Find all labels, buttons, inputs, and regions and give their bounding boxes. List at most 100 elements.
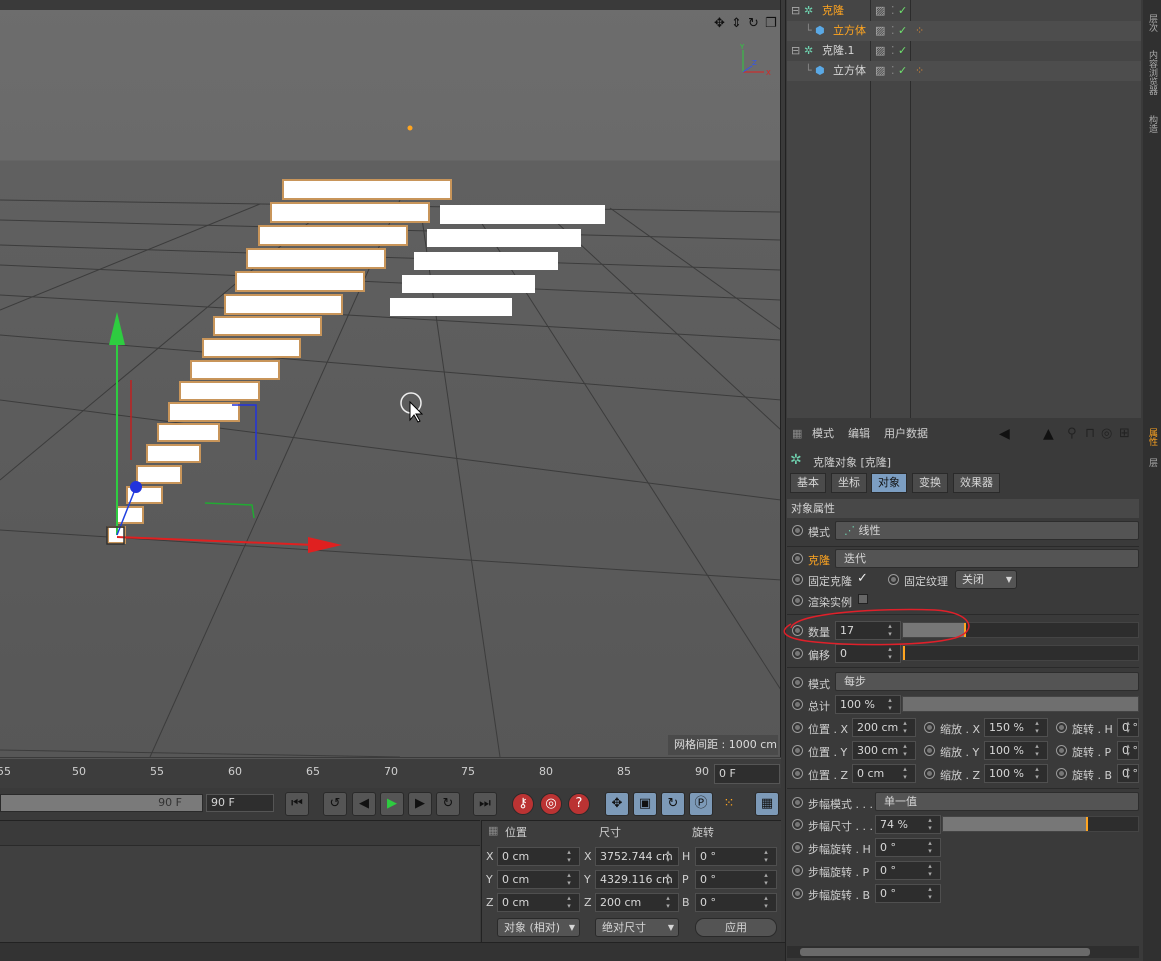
animate-radio[interactable] — [792, 677, 803, 688]
position-z-input[interactable]: 0 cm — [852, 764, 916, 783]
rotation-p-input[interactable]: 0 ° — [1117, 741, 1139, 760]
next-frame-button[interactable]: ▶ — [408, 792, 432, 816]
object-row[interactable]: └ ⬢ 立方体 ▨ ⁚ ✓ ⁘ — [787, 61, 1141, 81]
tag-icon[interactable]: ⁘ — [915, 21, 924, 41]
rotate-view-icon[interactable]: ↻ — [748, 16, 759, 31]
animate-radio[interactable] — [924, 768, 935, 779]
up-arrow-icon[interactable]: ▲ — [1043, 424, 1054, 444]
menu-user-data[interactable]: 用户数据 — [884, 424, 928, 444]
help-key-icon[interactable]: ? — [568, 793, 590, 815]
target-icon[interactable]: ◎ — [1101, 424, 1112, 444]
mode-dropdown[interactable]: ⋰ 线性 — [835, 521, 1139, 540]
end-frame-field[interactable]: 90 F — [206, 794, 274, 812]
menu-edit[interactable]: 编辑 — [848, 424, 870, 444]
object-name[interactable]: 克隆 — [822, 1, 844, 21]
object-name[interactable]: 立方体 — [833, 61, 866, 81]
enabled-check-icon[interactable]: ✓ — [898, 61, 907, 81]
rotation-h-field[interactable]: 0 ° — [695, 847, 777, 866]
animate-radio[interactable] — [888, 574, 899, 585]
lock-icon[interactable]: ⊓ — [1085, 424, 1095, 444]
size-mode-dropdown[interactable]: 绝对尺寸 ▼ — [595, 918, 679, 937]
position-z-field[interactable]: 0 cm — [497, 893, 580, 912]
side-tab-layers[interactable]: 层 — [1145, 458, 1159, 467]
position-y-input[interactable]: 300 cm — [852, 741, 916, 760]
layer-icon[interactable]: ▨ — [875, 21, 885, 41]
rotation-b-field[interactable]: 0 ° — [695, 893, 777, 912]
tab-transform[interactable]: 变换 — [912, 473, 948, 493]
animate-radio[interactable] — [792, 745, 803, 756]
tab-object[interactable]: 对象 — [871, 473, 907, 493]
frame-range-slider[interactable]: 90 F — [0, 794, 203, 812]
step-rotation-h-field[interactable]: 0 ° — [875, 838, 941, 857]
animate-radio[interactable] — [792, 574, 803, 585]
animate-radio[interactable] — [792, 888, 803, 899]
step-mode-dropdown[interactable]: 每步 — [835, 672, 1139, 691]
search-icon[interactable]: ⚲ — [1067, 424, 1077, 444]
toggle-view-icon[interactable]: ❐ — [765, 16, 777, 31]
animate-radio[interactable] — [924, 745, 935, 756]
position-y-field[interactable]: 0 cm — [497, 870, 580, 889]
render-instance-checkbox[interactable] — [858, 594, 868, 604]
scale-z-input[interactable]: 100 % — [984, 764, 1048, 783]
scale-y-input[interactable]: 100 % — [984, 741, 1048, 760]
key-rotation-icon[interactable]: ↻ — [661, 792, 685, 816]
animate-radio[interactable] — [792, 525, 803, 536]
object-row[interactable]: ⊟ ✲ 克隆.1 ▨ ⁚ ✓ — [787, 41, 1141, 61]
record-key-icon[interactable]: ⚷ — [512, 793, 534, 815]
enabled-check-icon[interactable]: ✓ — [898, 21, 907, 41]
move-view-icon[interactable]: ✥ — [714, 16, 725, 31]
rotation-p-field[interactable]: 0 ° — [695, 870, 777, 889]
offset-slider-handle[interactable] — [903, 646, 905, 660]
prev-frame-button[interactable]: ◀ — [352, 792, 376, 816]
layer-icon[interactable]: ▨ — [875, 41, 885, 61]
fix-texture-dropdown[interactable]: 关闭 ▼ — [955, 570, 1017, 589]
timeline-ruler[interactable]: 55 50 55 60 65 70 75 80 85 90 — [0, 758, 781, 788]
apply-button[interactable]: 应用 — [695, 918, 777, 937]
tab-basic[interactable]: 基本 — [790, 473, 826, 493]
go-to-start-button[interactable]: ⏮ — [285, 792, 309, 816]
animate-radio[interactable] — [1056, 745, 1067, 756]
animate-radio[interactable] — [792, 553, 803, 564]
animate-radio[interactable] — [792, 865, 803, 876]
side-tab-structure[interactable]: 构造 — [1145, 115, 1159, 133]
enabled-check-icon[interactable]: ✓ — [898, 41, 907, 61]
side-tab-attributes[interactable]: 属性 — [1145, 428, 1159, 446]
position-x-field[interactable]: 0 cm — [497, 847, 580, 866]
key-scale-icon[interactable]: ▣ — [633, 792, 657, 816]
key-points-icon[interactable]: ⁙ — [717, 792, 741, 816]
prev-key-button[interactable]: ↺ — [323, 792, 347, 816]
new-panel-icon[interactable]: ⊞ — [1119, 424, 1130, 444]
side-tab-content-browser[interactable]: 内容浏览器 — [1145, 50, 1159, 95]
animate-radio[interactable] — [792, 595, 803, 606]
step-mode2-dropdown[interactable]: 单一值 — [875, 792, 1139, 811]
enabled-check-icon[interactable]: ✓ — [898, 1, 907, 21]
step-rotation-p-field[interactable]: 0 ° — [875, 861, 941, 880]
animate-radio[interactable] — [792, 842, 803, 853]
rotation-h-input[interactable]: 0 ° — [1117, 718, 1139, 737]
zoom-view-icon[interactable]: ⇕ — [731, 16, 742, 31]
layer-icon[interactable]: ▨ — [875, 1, 885, 21]
3d-viewport[interactable]: ✥ ⇕ ↻ ❐ Y X Z 网格间距 : 1000 cm — [0, 0, 781, 757]
object-name[interactable]: 克隆.1 — [822, 41, 855, 61]
size-x-field[interactable]: 3752.744 cm — [595, 847, 679, 866]
position-x-input[interactable]: 200 cm — [852, 718, 916, 737]
animate-radio[interactable] — [1056, 768, 1067, 779]
step-size-field[interactable]: 74 % — [875, 815, 941, 834]
expand-icon[interactable]: ⊟ — [791, 41, 800, 61]
object-name[interactable]: 立方体 — [833, 21, 866, 41]
back-arrow-icon[interactable]: ◀ — [999, 424, 1010, 444]
animate-radio[interactable] — [792, 768, 803, 779]
animate-radio[interactable] — [792, 797, 803, 808]
menu-mode[interactable]: 模式 — [812, 424, 834, 444]
next-key-button[interactable]: ↻ — [436, 792, 460, 816]
film-strip-icon[interactable]: ▦ — [755, 792, 779, 816]
object-row[interactable]: └ ⬢ 立方体 ▨ ⁚ ✓ ⁘ — [787, 21, 1141, 41]
tag-icon[interactable]: ⁘ — [915, 61, 924, 81]
viewport-scene[interactable] — [0, 0, 781, 757]
total-slider[interactable] — [902, 696, 1139, 712]
go-to-end-button[interactable]: ⏭ — [473, 792, 497, 816]
animate-radio[interactable] — [792, 819, 803, 830]
step-size-slider-handle[interactable] — [1085, 817, 1088, 831]
object-row[interactable]: ⊟ ✲ 克隆 ▨ ⁚ ✓ — [787, 1, 1141, 21]
side-tab-hierarchy[interactable]: 层次 — [1145, 14, 1159, 32]
